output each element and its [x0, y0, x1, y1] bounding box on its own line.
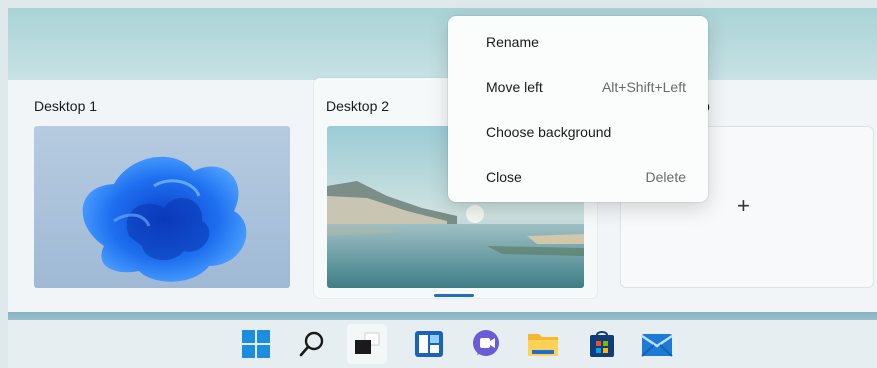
file-explorer-icon[interactable] [523, 324, 563, 364]
menu-item-shortcut: Delete [645, 169, 686, 185]
chat-icon[interactable] [466, 324, 506, 364]
bloom-wallpaper-image [34, 126, 290, 288]
store-icon[interactable] [582, 324, 622, 364]
wallpaper-strip [8, 8, 877, 80]
menu-item-choose-background[interactable]: Choose background [448, 112, 708, 152]
desktop-1-thumbnail[interactable] [34, 126, 290, 288]
desktop-title: Desktop 2 [326, 98, 390, 114]
widgets-icon[interactable] [409, 324, 449, 364]
start-icon[interactable] [236, 324, 276, 364]
search-icon[interactable] [292, 324, 332, 364]
task-view-icon[interactable] [347, 324, 387, 364]
menu-item-shortcut: Alt+Shift+Left [601, 79, 686, 95]
desktop-context-menu: Rename Move left Alt+Shift+Left Choose b… [448, 16, 708, 202]
active-desktop-indicator [434, 294, 474, 297]
menu-item-label: Close [486, 169, 522, 185]
menu-item-label: Choose background [486, 124, 612, 140]
plus-icon: + [737, 193, 750, 218]
menu-item-move-left[interactable]: Move left Alt+Shift+Left [448, 67, 708, 107]
menu-item-rename[interactable]: Rename [448, 22, 708, 62]
menu-item-label: Rename [486, 34, 539, 50]
desktop-card-1[interactable]: Desktop 1 [26, 78, 296, 290]
menu-item-close[interactable]: Close Delete [448, 157, 708, 197]
desktop-title: Desktop 1 [34, 98, 98, 114]
menu-item-label: Move left [486, 79, 543, 95]
mail-icon[interactable] [637, 324, 677, 364]
